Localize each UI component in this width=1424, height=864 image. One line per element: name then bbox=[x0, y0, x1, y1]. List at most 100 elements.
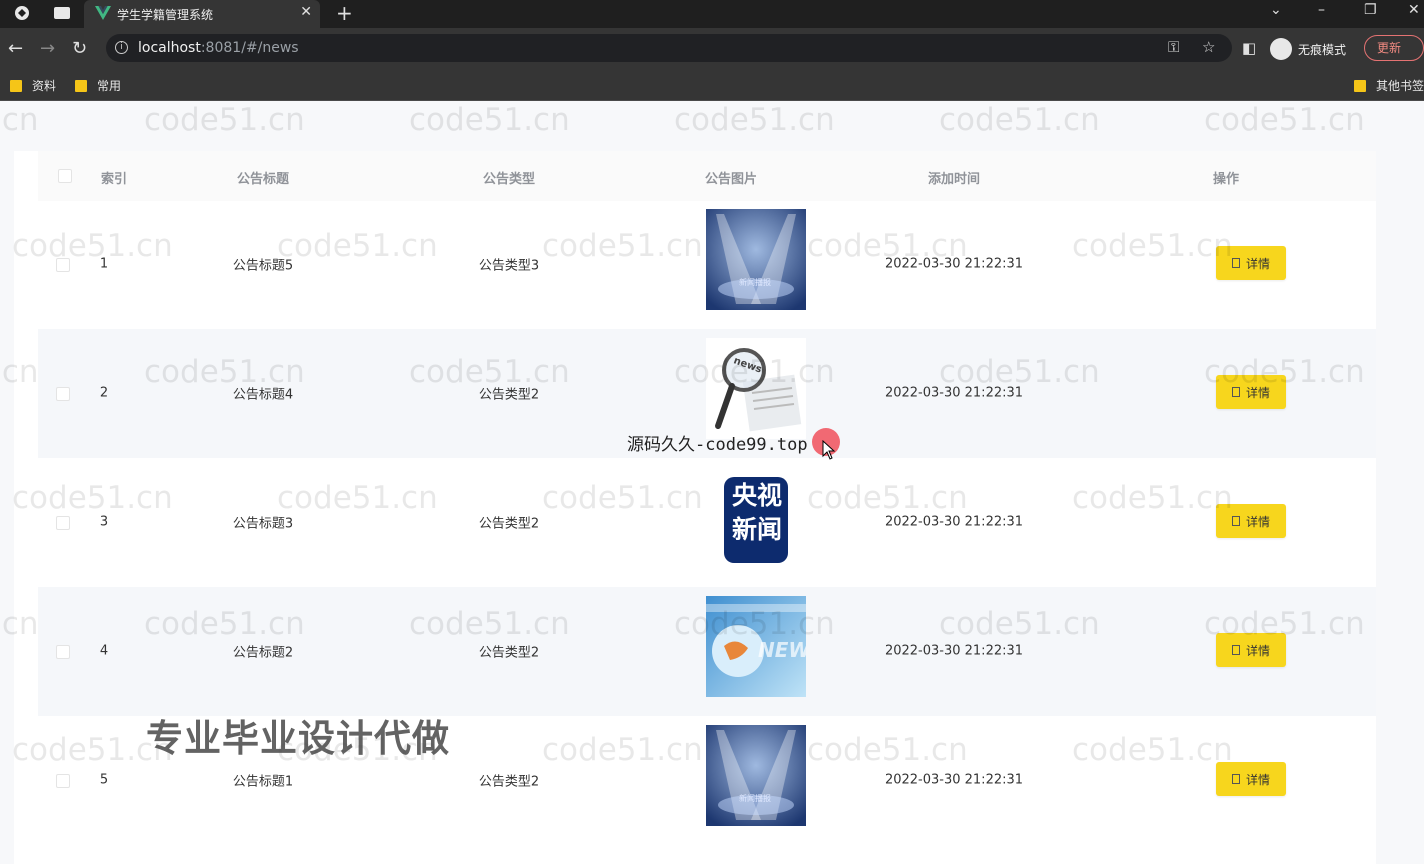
close-window-icon[interactable]: ✕ bbox=[1408, 2, 1420, 18]
cctv-line2: 新闻 bbox=[732, 515, 783, 544]
update-button[interactable]: 更新 bbox=[1364, 35, 1424, 61]
bookmark-folder-other[interactable]: 其他书签 bbox=[1354, 77, 1424, 94]
cell-index: 1 bbox=[99, 256, 109, 272]
cell-title: 公告标题3 bbox=[232, 516, 294, 532]
tab-close-icon[interactable]: ✕ bbox=[300, 4, 312, 20]
url-text: localhost:8081/#/news bbox=[138, 40, 299, 56]
detail-label: 详情 bbox=[1245, 385, 1270, 400]
url-bar[interactable]: i localhost:8081/#/news ⚿ ☆ bbox=[106, 34, 1232, 62]
stage-caption: 新闻播报 bbox=[739, 278, 771, 287]
news-image-stage[interactable]: 新闻播报 bbox=[706, 209, 806, 310]
tab-search-icon[interactable] bbox=[54, 7, 70, 19]
tab-title: 学生学籍管理系统 bbox=[117, 8, 214, 22]
bookmarks-bar: 资料 常用 其他书签 bbox=[0, 70, 1424, 101]
source-overlay-text: 源码久久-code99.top bbox=[627, 435, 808, 455]
cell-title: 公告标题4 bbox=[232, 387, 294, 403]
cell-time: 2022-03-30 21:22:31 bbox=[884, 514, 1024, 530]
folder-icon bbox=[10, 79, 22, 92]
detail-label: 详情 bbox=[1245, 514, 1270, 529]
document-icon bbox=[1231, 387, 1240, 397]
cell-title: 公告标题2 bbox=[232, 645, 294, 661]
news-image-cctv[interactable]: 央视 新闻 bbox=[706, 467, 806, 568]
folder-icon bbox=[75, 79, 87, 92]
document-icon bbox=[1231, 516, 1240, 526]
row-checkbox[interactable] bbox=[56, 774, 70, 788]
cell-title: 公告标题1 bbox=[232, 774, 294, 790]
table-row: 1 公告标题5 公告类型3 新闻播报 2022-03-30 21:22:31 详… bbox=[38, 200, 1376, 329]
news-image-magnifier[interactable]: news bbox=[706, 338, 806, 439]
cell-type: 公告类型2 bbox=[478, 774, 540, 790]
bookmark-label: 其他书签 bbox=[1376, 79, 1424, 93]
row-checkbox[interactable] bbox=[56, 645, 70, 659]
incognito-indicator[interactable]: 无痕模式 bbox=[1270, 36, 1346, 62]
folder-icon bbox=[1354, 79, 1366, 92]
address-toolbar: ← → ↻ i localhost:8081/#/news ⚿ ☆ ◧ 无痕模式… bbox=[0, 28, 1424, 70]
incognito-icon bbox=[1270, 38, 1292, 60]
bookmark-folder-ziliao[interactable]: 资料 bbox=[10, 77, 56, 94]
new-tab-icon[interactable]: + bbox=[336, 1, 353, 25]
cell-index: 5 bbox=[99, 772, 109, 788]
tab-list-icon[interactable]: ⌄ bbox=[1270, 2, 1282, 18]
detail-button[interactable]: 详情 bbox=[1216, 375, 1286, 409]
header-title: 公告标题 bbox=[236, 172, 290, 187]
cell-index: 2 bbox=[99, 385, 109, 401]
row-checkbox[interactable] bbox=[56, 516, 70, 530]
globe-news-word: NEWS bbox=[758, 638, 806, 662]
table-header: 索引 公告标题 公告类型 公告图片 添加时间 操作 bbox=[38, 151, 1376, 201]
vue-logo-icon bbox=[95, 6, 111, 20]
bookmark-star-icon[interactable]: ☆ bbox=[1202, 38, 1215, 56]
bookmark-folder-changyong[interactable]: 常用 bbox=[75, 77, 121, 94]
document-icon bbox=[1231, 645, 1240, 655]
incognito-label: 无痕模式 bbox=[1298, 42, 1347, 57]
cell-type: 公告类型3 bbox=[478, 258, 540, 274]
table-row: 4 公告标题2 公告类型2 NEWS 2022-03-30 21:22:31 bbox=[38, 587, 1376, 716]
header-image: 公告图片 bbox=[704, 172, 758, 187]
cctv-line1: 央视 bbox=[732, 481, 783, 510]
detail-label: 详情 bbox=[1245, 772, 1270, 787]
browser-tab-active[interactable]: 学生学籍管理系统 ✕ bbox=[84, 0, 320, 28]
browser-menu-icon[interactable] bbox=[14, 5, 30, 21]
reload-icon[interactable]: ↻ bbox=[72, 38, 87, 59]
detail-button[interactable]: 详情 bbox=[1216, 633, 1286, 667]
detail-label: 详情 bbox=[1245, 256, 1270, 271]
row-checkbox[interactable] bbox=[56, 387, 70, 401]
cell-time: 2022-03-30 21:22:31 bbox=[884, 256, 1024, 272]
cell-index: 4 bbox=[99, 643, 109, 659]
key-icon[interactable]: ⚿ bbox=[1168, 38, 1179, 56]
mouse-cursor-icon bbox=[822, 440, 836, 460]
row-checkbox[interactable] bbox=[56, 258, 70, 272]
document-icon bbox=[1231, 258, 1240, 268]
forward-icon[interactable]: → bbox=[40, 38, 55, 59]
bookmark-label: 资料 bbox=[32, 79, 57, 93]
bookmark-label: 常用 bbox=[97, 79, 122, 93]
url-path: :8081/#/news bbox=[200, 40, 299, 56]
cell-time: 2022-03-30 21:22:31 bbox=[884, 772, 1024, 788]
cell-time: 2022-03-30 21:22:31 bbox=[884, 643, 1024, 659]
cell-type: 公告类型2 bbox=[478, 387, 540, 403]
update-label: 更新 bbox=[1377, 41, 1402, 55]
minimize-icon[interactable]: – bbox=[1318, 2, 1325, 18]
cell-type: 公告类型2 bbox=[478, 516, 540, 532]
site-info-icon[interactable]: i bbox=[115, 41, 128, 54]
select-all-checkbox[interactable] bbox=[58, 169, 72, 183]
detail-label: 详情 bbox=[1245, 643, 1270, 658]
news-image-globe[interactable]: NEWS bbox=[706, 596, 806, 697]
side-panel-icon[interactable]: ◧ bbox=[1242, 39, 1256, 57]
table-row: 3 公告标题3 公告类型2 央视 新闻 2022-03-30 21:22:31 … bbox=[38, 458, 1376, 587]
header-action: 操作 bbox=[1212, 172, 1240, 187]
back-icon[interactable]: ← bbox=[8, 38, 23, 59]
restore-icon[interactable]: ❐ bbox=[1364, 2, 1377, 18]
cell-type: 公告类型2 bbox=[478, 645, 540, 661]
detail-button[interactable]: 详情 bbox=[1216, 762, 1286, 796]
header-index: 索引 bbox=[100, 172, 128, 187]
detail-button[interactable]: 详情 bbox=[1216, 246, 1286, 280]
stage-caption: 新闻播报 bbox=[739, 794, 771, 803]
detail-button[interactable]: 详情 bbox=[1216, 504, 1286, 538]
news-image-stage[interactable]: 新闻播报 bbox=[706, 725, 806, 826]
browser-tab-strip: 学生学籍管理系统 ✕ + ⌄ – ❐ ✕ bbox=[0, 0, 1424, 28]
cell-title: 公告标题5 bbox=[232, 258, 294, 274]
promo-overlay-text: 专业毕业设计代做 bbox=[146, 717, 450, 760]
url-host: localhost bbox=[138, 40, 201, 56]
cell-index: 3 bbox=[99, 514, 109, 530]
header-type: 公告类型 bbox=[482, 172, 536, 187]
